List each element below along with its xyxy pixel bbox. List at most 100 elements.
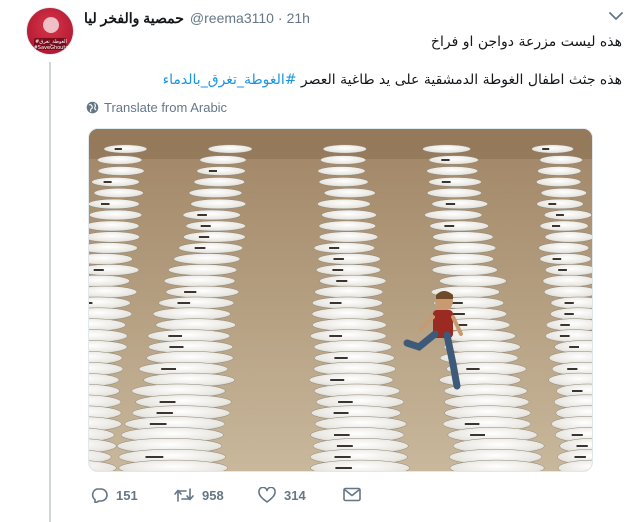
shroud	[536, 177, 582, 187]
shroud	[196, 166, 246, 176]
like-icon	[258, 487, 276, 503]
avatar[interactable]: #الغوطة_تغرق #SaveGhouta	[26, 7, 74, 55]
shroud	[315, 264, 382, 276]
shroud-marking	[114, 148, 122, 150]
shroud-marking	[470, 434, 485, 436]
shroud-marking	[333, 258, 344, 260]
shroud-marking	[329, 335, 342, 337]
shroud	[426, 188, 482, 198]
shroud	[168, 264, 238, 276]
shroud-marking	[452, 313, 465, 315]
shroud-marking	[168, 335, 182, 337]
shroud	[317, 253, 381, 265]
shroud-marking	[574, 456, 586, 458]
shroud	[431, 198, 489, 210]
shroud	[428, 155, 479, 165]
shroud-marking	[103, 181, 112, 183]
shroud-marking	[576, 445, 588, 447]
shroud	[542, 274, 592, 288]
reply-button[interactable]: 151	[90, 487, 138, 503]
hashtag-link[interactable]: #الغوطة_تغرق_بالدماء	[163, 72, 297, 88]
like-button[interactable]: 314	[258, 487, 306, 503]
shroud-marking	[169, 346, 184, 348]
shroud	[165, 285, 240, 299]
shroud	[428, 177, 482, 187]
shroud-marking	[564, 302, 574, 304]
shroud-marking	[567, 368, 578, 370]
shroud	[97, 166, 145, 176]
shroud-marking	[333, 412, 349, 414]
shroud-marking	[548, 203, 557, 205]
shroud	[544, 231, 592, 243]
shroud	[185, 220, 246, 232]
shroud	[539, 220, 589, 232]
shroud	[207, 144, 253, 154]
shroud-marking	[161, 368, 176, 370]
shroud-marking	[330, 379, 345, 381]
shroud-marking	[332, 269, 344, 271]
user-handle[interactable]: @reema3110	[190, 10, 274, 26]
tweet-text-line-1: هذه ليست مزرعة دواجن او فراخ	[430, 34, 622, 50]
shroud	[432, 231, 494, 243]
shroud-marking	[559, 335, 570, 337]
shroud	[544, 264, 592, 276]
shroud-marking	[194, 247, 206, 249]
reply-count: 151	[116, 487, 138, 503]
shroud	[193, 177, 245, 187]
shroud	[182, 209, 241, 221]
translate-link[interactable]: Translate from Arabic	[86, 100, 227, 115]
shroud	[539, 155, 583, 165]
tweet-timestamp[interactable]: 21h	[287, 10, 310, 26]
shroud	[155, 318, 236, 332]
shroud	[322, 144, 367, 154]
shroud	[531, 144, 574, 154]
shroud	[422, 144, 471, 154]
shroud	[91, 177, 140, 187]
like-count: 314	[284, 487, 306, 503]
shroud-marking	[149, 423, 167, 425]
shroud-marking	[552, 225, 561, 227]
shroud	[103, 144, 148, 154]
shroud-marking	[445, 203, 456, 205]
direct-message-button[interactable]	[343, 487, 369, 502]
shroud-marking	[184, 291, 197, 293]
shroud-marking	[571, 434, 583, 436]
shroud-marking	[441, 159, 450, 161]
shroud	[318, 177, 369, 187]
shroud	[311, 307, 385, 321]
shroud-marking	[335, 467, 352, 469]
shroud	[323, 188, 376, 198]
tweet-photo[interactable]	[88, 128, 593, 472]
shroud-marking	[93, 269, 104, 271]
shroud-marking	[569, 346, 579, 348]
shroud	[89, 220, 140, 232]
shroud-marking	[542, 148, 550, 150]
display-name[interactable]: حمصية والفخر ليا	[84, 10, 184, 27]
shroud	[313, 242, 375, 254]
shroud-marking	[558, 269, 567, 271]
retweet-button[interactable]: 958	[174, 487, 224, 503]
shroud-marking	[334, 434, 350, 436]
shroud	[163, 274, 236, 288]
shroud	[543, 285, 592, 299]
shroud	[89, 231, 140, 243]
shroud	[426, 166, 479, 176]
shroud	[439, 274, 507, 288]
shroud-marking	[560, 324, 570, 326]
shroud	[178, 242, 244, 254]
shroud-marking	[89, 302, 93, 304]
shroud-marking	[441, 181, 451, 183]
shroud-marking	[208, 170, 217, 172]
reply-icon	[91, 488, 108, 503]
chevron-down-icon[interactable]	[608, 9, 624, 23]
tweet-header: حمصية والفخر ليا @reema3110 · 21h	[84, 8, 310, 28]
shroud	[314, 285, 384, 299]
shroud	[538, 242, 590, 254]
shroud	[97, 155, 143, 165]
direct-message-icon	[343, 487, 361, 502]
shroud	[173, 253, 241, 265]
shroud-marking	[572, 390, 583, 392]
shroud	[93, 188, 144, 198]
shroud	[429, 253, 494, 265]
shroud-marking	[329, 247, 340, 249]
